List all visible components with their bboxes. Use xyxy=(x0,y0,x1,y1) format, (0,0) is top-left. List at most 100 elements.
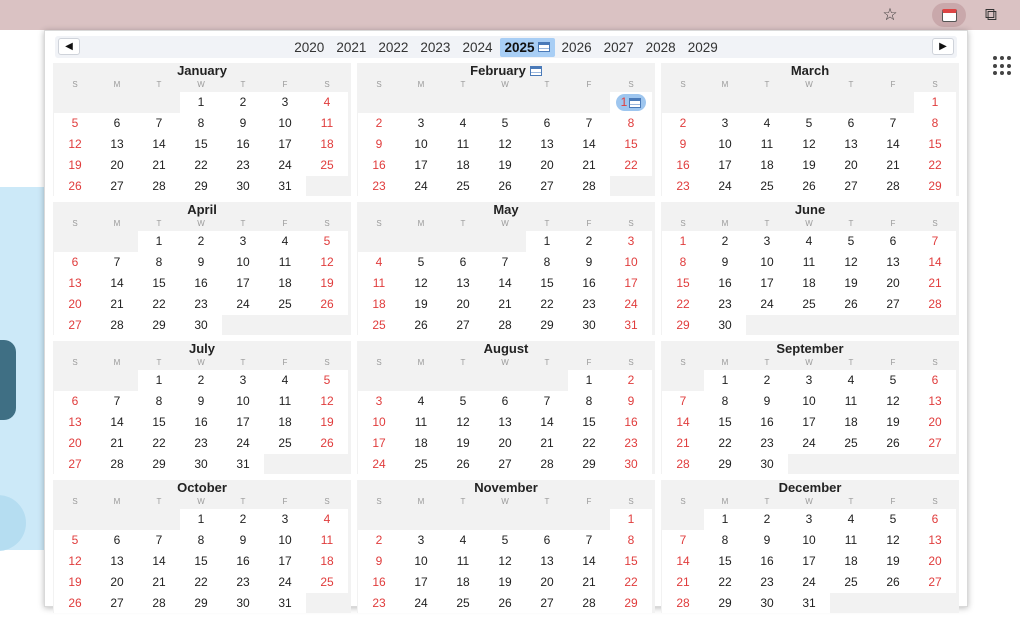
day-cell[interactable]: 11 xyxy=(830,530,872,551)
day-cell[interactable]: 13 xyxy=(526,551,568,572)
day-cell[interactable]: 3 xyxy=(264,92,306,113)
day-cell[interactable]: 17 xyxy=(704,155,746,176)
day-cell[interactable]: 18 xyxy=(442,572,484,593)
day-cell[interactable]: 19 xyxy=(872,412,914,433)
day-cell[interactable]: 28 xyxy=(872,176,914,196)
previous-years-button[interactable]: ◀ xyxy=(58,38,80,55)
day-cell[interactable]: 11 xyxy=(358,273,400,294)
day-cell[interactable]: 8 xyxy=(138,252,180,273)
day-cell[interactable]: 6 xyxy=(96,113,138,134)
day-cell[interactable]: 2 xyxy=(610,370,652,391)
day-cell[interactable]: 10 xyxy=(788,530,830,551)
day-cell[interactable]: 6 xyxy=(830,113,872,134)
day-cell[interactable]: 27 xyxy=(54,315,96,335)
day-cell[interactable]: 30 xyxy=(568,315,610,335)
month-title[interactable]: March xyxy=(661,63,959,78)
day-cell[interactable]: 19 xyxy=(400,294,442,315)
day-cell[interactable]: 4 xyxy=(306,509,348,530)
day-cell[interactable]: 5 xyxy=(54,113,96,134)
day-cell[interactable]: 9 xyxy=(358,551,400,572)
day-cell[interactable]: 17 xyxy=(222,412,264,433)
day-cell[interactable]: 26 xyxy=(484,176,526,196)
day-cell[interactable]: 30 xyxy=(746,454,788,474)
day-cell[interactable]: 4 xyxy=(746,113,788,134)
day-cell[interactable]: 2 xyxy=(180,370,222,391)
day-cell[interactable]: 20 xyxy=(54,294,96,315)
day-cell[interactable]: 25 xyxy=(306,155,348,176)
day-cell[interactable]: 25 xyxy=(306,572,348,593)
day-cell[interactable]: 14 xyxy=(662,412,704,433)
day-cell[interactable]: 1 xyxy=(180,509,222,530)
day-cell[interactable]: 2 xyxy=(568,231,610,252)
day-cell[interactable]: 21 xyxy=(96,433,138,454)
day-cell[interactable]: 2 xyxy=(222,92,264,113)
day-cell[interactable]: 15 xyxy=(914,134,956,155)
day-cell[interactable]: 12 xyxy=(400,273,442,294)
month-title[interactable]: June xyxy=(661,202,959,217)
day-cell[interactable]: 26 xyxy=(400,315,442,335)
day-cell[interactable]: 26 xyxy=(830,294,872,315)
day-cell[interactable]: 12 xyxy=(484,551,526,572)
day-cell[interactable]: 28 xyxy=(662,454,704,474)
day-cell[interactable]: 27 xyxy=(96,593,138,613)
day-cell[interactable]: 4 xyxy=(442,113,484,134)
day-cell[interactable]: 6 xyxy=(914,509,956,530)
day-cell[interactable]: 4 xyxy=(358,252,400,273)
day-cell[interactable]: 24 xyxy=(746,294,788,315)
day-cell[interactable]: 2 xyxy=(222,509,264,530)
day-cell[interactable]: 14 xyxy=(96,412,138,433)
day-cell[interactable]: 30 xyxy=(610,454,652,474)
day-cell[interactable]: 29 xyxy=(568,454,610,474)
day-cell[interactable]: 31 xyxy=(610,315,652,335)
month-title[interactable]: January xyxy=(53,63,351,78)
day-cell[interactable]: 18 xyxy=(442,155,484,176)
day-cell[interactable]: 18 xyxy=(264,273,306,294)
day-cell[interactable]: 17 xyxy=(400,155,442,176)
day-cell[interactable]: 13 xyxy=(830,134,872,155)
year-2024[interactable]: 2024 xyxy=(457,38,497,57)
day-cell[interactable]: 14 xyxy=(872,134,914,155)
day-cell[interactable]: 17 xyxy=(788,551,830,572)
day-cell[interactable]: 30 xyxy=(222,176,264,196)
day-cell[interactable]: 21 xyxy=(568,572,610,593)
day-cell[interactable]: 21 xyxy=(526,433,568,454)
day-cell[interactable]: 21 xyxy=(662,433,704,454)
day-cell[interactable]: 27 xyxy=(526,593,568,613)
day-cell[interactable]: 10 xyxy=(264,113,306,134)
day-cell[interactable]: 15 xyxy=(610,551,652,572)
day-cell[interactable]: 15 xyxy=(180,551,222,572)
day-cell[interactable]: 23 xyxy=(662,176,704,196)
day-cell[interactable]: 23 xyxy=(222,572,264,593)
day-cell[interactable]: 11 xyxy=(746,134,788,155)
day-cell[interactable]: 5 xyxy=(484,113,526,134)
year-2021[interactable]: 2021 xyxy=(331,38,371,57)
day-cell[interactable]: 29 xyxy=(526,315,568,335)
day-cell[interactable]: 12 xyxy=(306,391,348,412)
calendar-extension-icon[interactable] xyxy=(932,3,966,27)
day-cell[interactable]: 4 xyxy=(788,231,830,252)
day-cell[interactable]: 13 xyxy=(96,134,138,155)
day-cell[interactable]: 29 xyxy=(180,176,222,196)
day-cell[interactable]: 9 xyxy=(358,134,400,155)
day-cell[interactable]: 2 xyxy=(746,509,788,530)
day-cell[interactable]: 23 xyxy=(746,433,788,454)
day-cell[interactable]: 11 xyxy=(442,551,484,572)
day-cell[interactable]: 15 xyxy=(180,134,222,155)
day-cell[interactable]: 2 xyxy=(662,113,704,134)
day-cell[interactable]: 6 xyxy=(54,252,96,273)
day-cell[interactable]: 14 xyxy=(914,252,956,273)
day-cell[interactable]: 15 xyxy=(610,134,652,155)
day-cell[interactable]: 5 xyxy=(400,252,442,273)
day-cell[interactable]: 3 xyxy=(358,391,400,412)
day-cell[interactable]: 6 xyxy=(96,530,138,551)
day-cell[interactable]: 23 xyxy=(180,294,222,315)
day-cell[interactable]: 22 xyxy=(704,433,746,454)
day-cell[interactable]: 12 xyxy=(54,551,96,572)
day-cell[interactable]: 26 xyxy=(788,176,830,196)
day-cell[interactable]: 28 xyxy=(484,315,526,335)
month-title[interactable]: May xyxy=(357,202,655,217)
day-cell[interactable]: 28 xyxy=(96,315,138,335)
day-cell[interactable]: 26 xyxy=(442,454,484,474)
day-cell[interactable]: 13 xyxy=(484,412,526,433)
next-years-button[interactable]: ▶ xyxy=(932,38,954,55)
